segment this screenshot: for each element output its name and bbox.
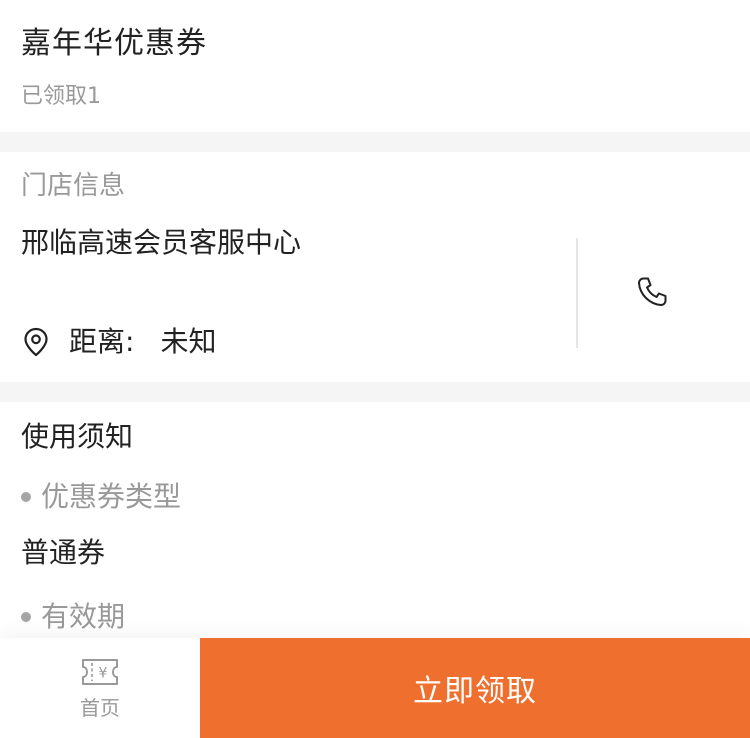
svg-text:¥: ¥ bbox=[99, 666, 108, 682]
store-name: 邢临高速会员客服中心 bbox=[21, 226, 302, 259]
bottom-action-bar: ¥ 首页 立即领取 bbox=[0, 638, 750, 738]
bullet-dot bbox=[21, 612, 31, 622]
home-tab[interactable]: ¥ 首页 bbox=[0, 638, 200, 738]
store-info-card: 门店信息 邢临高速会员客服中心 距离: 未知 bbox=[0, 152, 750, 382]
notice-item-validity: 有效期 bbox=[21, 598, 125, 636]
phone-icon bbox=[634, 274, 670, 314]
claim-now-button[interactable]: 立即领取 bbox=[200, 638, 750, 738]
home-tab-label: 首页 bbox=[80, 696, 120, 720]
distance-value: 未知 bbox=[160, 325, 217, 358]
distance-label: 距离: bbox=[69, 325, 135, 358]
location-pin-icon bbox=[21, 325, 51, 359]
coupon-type-value: 普通券 bbox=[21, 536, 106, 569]
claimed-count: 已领取1 bbox=[21, 84, 101, 109]
coupon-title: 嘉年华优惠券 bbox=[21, 26, 207, 61]
distance-row: 距离: 未知 bbox=[21, 322, 216, 362]
divider bbox=[576, 238, 578, 348]
coupon-ticket-icon: ¥ bbox=[78, 655, 122, 689]
call-store-button[interactable] bbox=[630, 272, 674, 316]
bullet-dot bbox=[21, 492, 31, 502]
notice-item-label: 优惠券类型 bbox=[41, 480, 182, 513]
notice-item-label: 有效期 bbox=[41, 600, 126, 633]
coupon-header-card: 嘉年华优惠券 已领取1 bbox=[0, 0, 750, 132]
notice-item-coupon-type: 优惠券类型 bbox=[21, 478, 181, 516]
store-section-label: 门店信息 bbox=[21, 171, 126, 201]
notice-title: 使用须知 bbox=[21, 420, 134, 453]
